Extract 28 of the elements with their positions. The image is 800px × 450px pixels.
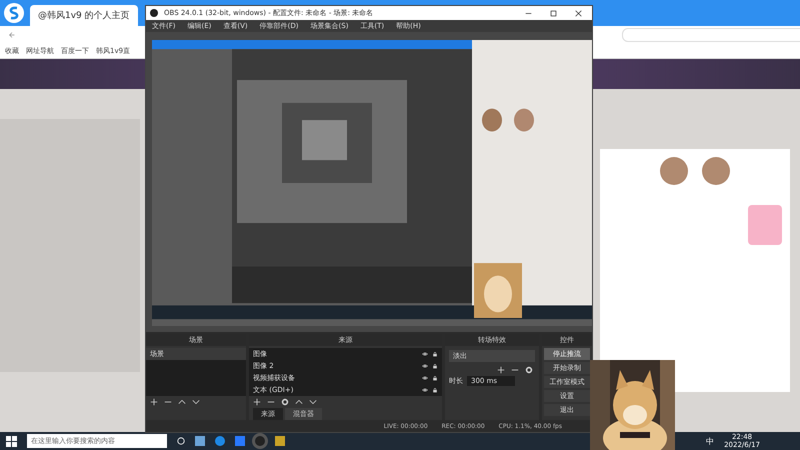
back-icon[interactable] — [8, 31, 16, 39]
avatar-icon — [702, 157, 730, 185]
lock-icon[interactable] — [432, 387, 438, 393]
input-method-indicator[interactable]: 中 — [706, 436, 714, 446]
browser-tab[interactable]: @韩风1v9 的个人主页 — [30, 5, 138, 26]
eye-icon[interactable] — [422, 387, 428, 393]
up-icon[interactable] — [178, 398, 186, 406]
lock-icon[interactable] — [432, 375, 438, 381]
eye-icon[interactable] — [422, 375, 428, 381]
lock-icon[interactable] — [432, 363, 438, 369]
avatar-icon — [660, 157, 688, 185]
promo-badge — [748, 205, 782, 245]
maximize-icon[interactable] — [550, 10, 557, 16]
settings-icon[interactable] — [525, 366, 533, 374]
add-icon[interactable] — [150, 398, 158, 406]
eye-icon[interactable] — [422, 363, 428, 369]
down-icon[interactable] — [309, 398, 317, 406]
up-icon[interactable] — [295, 398, 303, 406]
lock-icon[interactable] — [432, 351, 438, 357]
settings-icon[interactable] — [281, 398, 289, 406]
add-icon[interactable] — [253, 398, 261, 406]
windows-start-icon[interactable] — [6, 436, 17, 446]
close-icon[interactable] — [575, 10, 582, 16]
eye-icon[interactable] — [422, 351, 428, 357]
task-view-icon[interactable] — [177, 437, 185, 445]
down-icon[interactable] — [192, 398, 200, 406]
add-icon[interactable] — [497, 366, 505, 374]
browser-logo-icon — [4, 3, 24, 23]
